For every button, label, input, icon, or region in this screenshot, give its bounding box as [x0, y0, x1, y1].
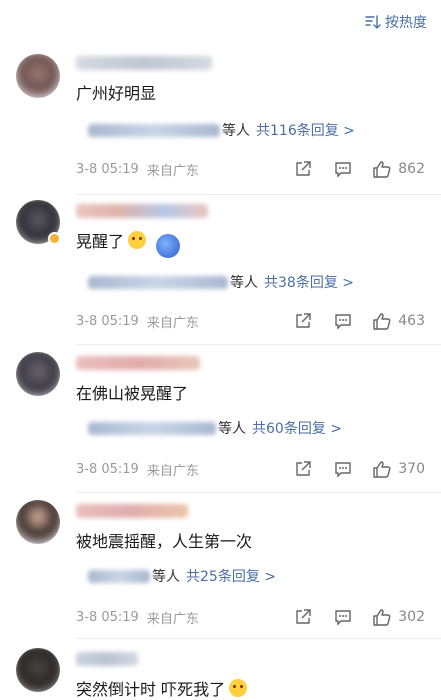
comment-meta: 3-8 05:19 来自广东 463	[76, 310, 425, 332]
sort-toggle[interactable]: 按热度	[365, 12, 427, 32]
like-count: 463	[398, 313, 425, 329]
avatar[interactable]	[16, 54, 60, 98]
avatar[interactable]	[16, 500, 60, 544]
reply-count-link[interactable]: 共38条回复 >	[264, 272, 354, 292]
divider	[76, 194, 441, 195]
comment-meta: 3-8 05:19 来自广东 302	[76, 606, 425, 628]
location: 来自广东	[146, 463, 199, 479]
comment-text: 广州好明显	[76, 84, 157, 103]
thumbs-up-icon	[373, 313, 391, 330]
timestamp: 3-8 05:19	[76, 313, 139, 329]
share-icon[interactable]	[292, 606, 314, 628]
comment-text: 晃醒了	[76, 228, 181, 258]
comment-meta: 3-8 05:19 来自广东 370	[76, 458, 425, 480]
reply-count-link[interactable]: 共60条回复 >	[252, 418, 342, 438]
comment-text: 被地震摇醒，人生第一次	[76, 532, 253, 551]
laughing-emoji-icon	[229, 679, 248, 697]
replies-preview[interactable]: 等人 共116条回复 >	[76, 114, 425, 146]
divider	[76, 638, 441, 639]
sort-label: 按热度	[385, 15, 427, 31]
thumbs-up-icon	[373, 461, 391, 478]
replies-preview[interactable]: 等人 共60条回复 >	[76, 412, 425, 444]
divider	[76, 344, 441, 345]
share-icon[interactable]	[292, 310, 314, 332]
like-button[interactable]: 463	[372, 312, 425, 330]
like-button[interactable]: 302	[372, 608, 425, 626]
username-blurred[interactable]	[76, 652, 138, 666]
crying-emoji-icon	[128, 231, 147, 249]
reply-names-blurred	[88, 421, 216, 435]
timestamp: 3-8 05:19	[76, 461, 139, 477]
comment-meta: 3-8 05:19 来自广东 862	[76, 158, 425, 180]
share-icon[interactable]	[292, 458, 314, 480]
timestamp: 3-8 05:19	[76, 609, 139, 625]
comment-icon[interactable]	[332, 158, 354, 180]
username-blurred[interactable]	[76, 56, 212, 70]
location: 来自广东	[146, 611, 199, 627]
comment-text: 突然倒计时 吓死我了	[76, 676, 248, 700]
thumbs-up-icon	[373, 161, 391, 178]
divider	[76, 492, 441, 493]
sort-icon	[365, 15, 381, 29]
comment-icon[interactable]	[332, 458, 354, 480]
like-button[interactable]: 370	[372, 460, 425, 478]
like-count: 370	[398, 461, 425, 477]
username-blurred[interactable]	[76, 356, 200, 370]
replies-preview[interactable]: 等人 共25条回复 >	[76, 560, 425, 592]
like-count: 862	[398, 161, 425, 177]
location: 来自广东	[146, 163, 199, 179]
replies-preview[interactable]: 等人 共38条回复 >	[76, 266, 425, 298]
thumbs-up-icon	[373, 609, 391, 626]
sticker-icon	[156, 234, 181, 258]
timestamp: 3-8 05:19	[76, 161, 139, 177]
location: 来自广东	[146, 315, 199, 331]
comment-text: 在佛山被晃醒了	[76, 384, 189, 403]
share-icon[interactable]	[292, 158, 314, 180]
username-blurred[interactable]	[76, 204, 208, 218]
like-button[interactable]: 862	[372, 160, 425, 178]
comment-icon[interactable]	[332, 606, 354, 628]
reply-names-blurred	[88, 275, 228, 289]
reply-names-blurred	[88, 123, 220, 137]
like-count: 302	[398, 609, 425, 625]
reply-count-link[interactable]: 共116条回复 >	[256, 120, 355, 140]
username-blurred[interactable]	[76, 504, 188, 518]
comment-icon[interactable]	[332, 310, 354, 332]
reply-count-link[interactable]: 共25条回复 >	[186, 566, 276, 586]
avatar[interactable]	[16, 352, 60, 396]
reply-names-blurred	[88, 569, 150, 583]
verified-badge-icon	[48, 232, 61, 245]
avatar[interactable]	[16, 648, 60, 692]
